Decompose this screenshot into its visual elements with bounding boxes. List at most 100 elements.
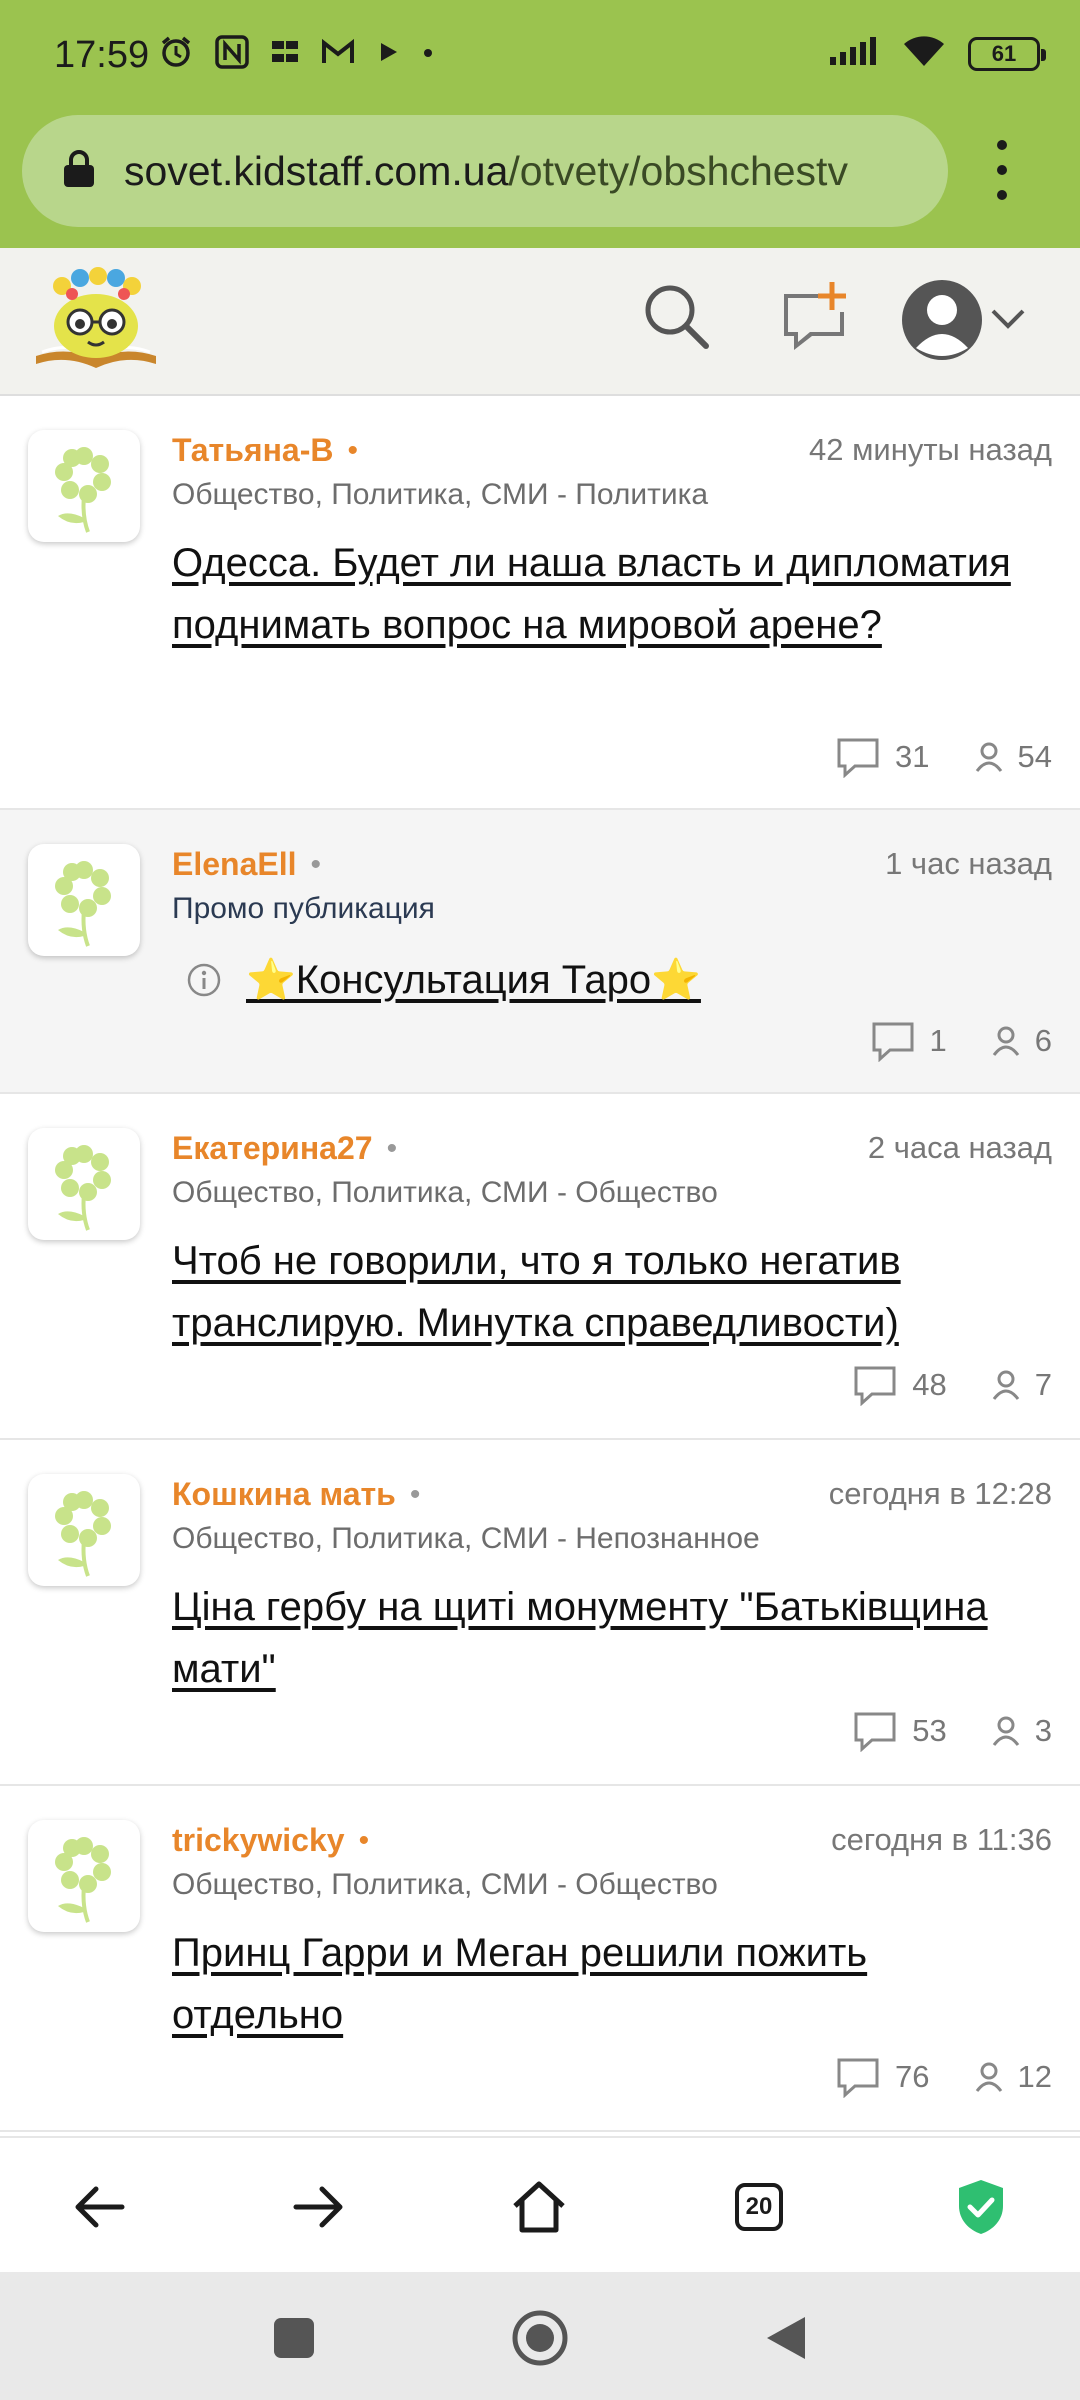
post-title-link[interactable]: Чтоб не говорили, что я только негатив т… [172,1230,1032,1354]
author-name[interactable]: Татьяна-В • [172,432,358,469]
info-icon[interactable] [186,962,222,998]
flower-avatar-icon [55,861,111,947]
status-system-icons: 61 [828,34,1046,73]
person-icon [992,1370,1019,1400]
tabs-button[interactable]: 20 [724,2172,794,2242]
participant-count: 6 [1034,1023,1052,1058]
post-stats: 53 3 [852,1710,1052,1752]
author-avatar[interactable] [28,1128,140,1240]
browser-menu-icon[interactable] [990,140,1014,200]
gmail-icon [320,37,356,72]
home-circle-icon[interactable] [510,2308,570,2368]
promo-item[interactable]: ElenaEll • 1 час назад Промо публикация ⭐… [0,810,1080,1094]
url-text: sovet.kidstaff.com.ua/otvety/obshchestv [124,148,848,195]
online-dot: • [347,433,358,467]
play-icon [376,39,402,70]
browser-bottom-bar: 20 [0,2136,1080,2272]
flower-avatar-icon [55,1837,111,1923]
author-avatar[interactable] [28,1474,140,1586]
alarm-icon [158,34,194,75]
comment-count: 53 [912,1713,947,1748]
search-icon[interactable] [640,280,714,359]
browser-top-area: 17:59 61 sovet.kidstaff.com.ua/otvety/ob… [0,0,1080,248]
participant-count: 3 [1034,1713,1052,1748]
back-triangle-icon[interactable] [756,2308,816,2368]
question-item[interactable]: Екатерина27 • 2 часа назад Общество, Поли… [0,1094,1080,1440]
author-avatar[interactable] [28,844,140,956]
post-category[interactable]: Общество, Политика, СМИ - Политика [172,478,708,512]
person-icon [992,1026,1019,1056]
question-item[interactable]: trickywicky • сегодня в 11:36 Общество, П… [0,1786,1080,2132]
post-stats: 76 12 [835,2056,1052,2098]
question-feed: Татьяна-В • 42 минуты назад Общество, Пол… [0,396,1080,2136]
user-avatar-icon[interactable] [900,278,984,367]
promo-title-row[interactable]: ⭐Консультация Таро⭐ [186,956,701,1003]
flower-avatar-icon [55,1145,111,1231]
offline-dot: • [310,847,322,881]
post-stats: 48 7 [852,1364,1052,1406]
question-item[interactable]: Кошкина мать • сегодня в 12:28 Общество, … [0,1440,1080,1786]
site-header [0,248,1080,396]
post-time: 2 часа назад [867,1130,1052,1165]
participant-count: 54 [1017,739,1052,774]
chevron-down-icon[interactable] [990,308,1026,335]
shield-icon[interactable] [946,2172,1016,2242]
tabs-count-icon: 20 [735,2183,783,2231]
comment-count: 76 [895,2059,930,2094]
battery-indicator: 61 [968,36,1046,71]
post-time: сегодня в 11:36 [831,1822,1052,1857]
author-avatar[interactable] [28,430,140,542]
post-title-link[interactable]: Ціна гербу на щиті монументу "Батьківщин… [172,1576,1032,1700]
post-title-link[interactable]: ⭐Консультация Таро⭐ [246,956,701,1003]
comment-icon [837,2058,879,2098]
post-title-link[interactable]: Принц Гарри и Меган решили пожить отдель… [172,1922,1032,2046]
online-dot: • [358,1823,370,1857]
status-notification-icons [158,34,434,75]
url-path: /otvety/obshchestv [508,147,848,194]
signal-icon [828,35,880,72]
author-name[interactable]: Кошкина мать • [172,1476,420,1513]
person-icon [975,2062,1002,2092]
question-item[interactable]: Татьяна-В • 42 минуты назад Общество, Пол… [0,396,1080,810]
author-avatar[interactable] [28,1820,140,1932]
flower-avatar-icon [55,447,111,533]
comment-icon [854,1366,896,1406]
comment-count: 48 [912,1367,947,1402]
more-notifications-dot-icon [422,46,434,64]
post-title-link[interactable]: Одесса. Будет ли наша власть и дипломати… [172,532,1032,656]
participant-count: 7 [1034,1367,1052,1402]
participant-count: 12 [1017,2059,1052,2094]
system-navigation-bar [0,2272,1080,2400]
offline-dot: • [409,1477,421,1511]
author-name[interactable]: trickywicky • [172,1822,369,1859]
nfc-icon [214,34,250,75]
author-name[interactable]: ElenaEll • [172,846,321,883]
offline-dot: • [386,1131,398,1165]
flower-avatar-icon [55,1491,111,1577]
lock-icon [62,149,96,194]
new-question-icon[interactable] [778,278,850,357]
person-icon [975,742,1002,772]
forward-arrow-icon[interactable] [284,2172,354,2242]
author-name[interactable]: Екатерина27 • [172,1130,397,1167]
post-time: сегодня в 12:28 [828,1476,1052,1511]
bank-app-icon [270,37,300,72]
comment-count: 31 [895,739,930,774]
person-icon [992,1716,1019,1746]
post-category[interactable]: Общество, Политика, СМИ - Общество [172,1868,718,1902]
comment-icon [837,738,879,778]
wifi-icon [902,34,946,73]
post-time: 1 час назад [885,846,1052,881]
post-category[interactable]: Общество, Политика, СМИ - Общество [172,1176,718,1210]
site-logo[interactable] [32,264,160,374]
comment-count: 1 [929,1023,947,1058]
home-icon[interactable] [504,2172,574,2242]
back-arrow-icon[interactable] [64,2172,134,2242]
post-category[interactable]: Общество, Политика, СМИ - Непознанное [172,1522,760,1556]
comment-icon [872,1022,913,1062]
url-domain: sovet.kidstaff.com.ua [124,147,509,194]
recent-apps-icon[interactable] [264,2308,324,2368]
address-bar[interactable]: sovet.kidstaff.com.ua/otvety/obshchestv [22,115,948,227]
status-time: 17:59 [54,34,150,76]
post-time: 42 минуты назад [809,432,1052,467]
